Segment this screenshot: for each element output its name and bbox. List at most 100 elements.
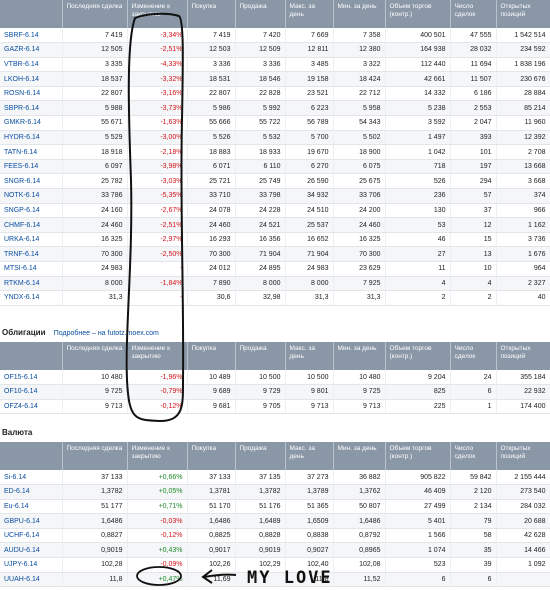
cell-volume: 27 499 [385,499,451,515]
cell-bid: 16 293 [187,232,236,248]
header-open-interest[interactable]: Открытых позиций [496,342,550,370]
cell-open-interest: 3 668 [496,173,550,190]
cell-day-high: 3 485 [285,57,334,73]
cell-open-interest: 964 [496,261,550,277]
cell-open-interest: 40 [496,290,550,306]
header-day-high[interactable]: Макс. за день [285,342,334,370]
cell-symbol[interactable]: TATN-6.14 [0,144,63,160]
cell-day-low: 9 725 [333,384,386,400]
cell-symbol[interactable]: SBPR-6.14 [0,100,63,117]
header-bid[interactable]: Покупка [187,0,236,28]
header-day-low[interactable]: Мин. за день [333,342,386,370]
header-ask[interactable]: Продажа [235,0,286,28]
cell-symbol[interactable]: UCHF-6.14 [0,528,63,544]
table-row: VTBR-6.14 3 335 -4,33% 3 336 3 336 3 485 3 322… [0,57,550,73]
header-last-trade[interactable]: Последняя сделка [62,0,128,28]
header-volume[interactable]: Объем торгов (контр.) [385,442,451,470]
cell-day-high: 19 670 [285,144,334,160]
cell-open-interest: 234 592 [496,42,550,58]
header-bid[interactable]: Покупка [187,342,236,370]
cell-symbol[interactable]: Eu-6.14 [0,499,63,515]
header-day-low[interactable]: Мин. за день [333,442,386,470]
cell-symbol[interactable]: URKA-6.14 [0,232,63,248]
cell-symbol[interactable]: YNDX-6.14 [0,290,63,306]
cell-symbol[interactable]: NOTK-6.14 [0,188,63,204]
cell-change: -0,12% [127,399,188,415]
cell-volume: 225 [385,399,451,415]
cell-change: -2,50% [127,246,188,262]
bonds-details-link[interactable]: Подробнее – на futotz.moex.com [54,330,159,337]
cell-symbol[interactable]: SBRF-6.14 [0,28,63,44]
header-last-trade[interactable]: Последняя сделка [62,342,128,370]
cell-symbol[interactable]: OF10-6.14 [0,384,63,400]
header-trades[interactable]: Число сделок [450,0,497,28]
cell-symbol[interactable]: ROSN-6.14 [0,86,63,102]
header-change[interactable]: Изменение к закрытию [127,442,188,470]
cell-symbol[interactable]: SNGR-6.14 [0,173,63,190]
cell-day-high: 26 590 [285,173,334,190]
cell-symbol[interactable]: VTBR-6.14 [0,57,63,73]
header-day-low[interactable]: Мин. за день [333,0,386,28]
cell-symbol[interactable]: RTKM-6.14 [0,276,63,292]
header-bid[interactable]: Покупка [187,442,236,470]
cell-symbol[interactable]: LKOH-6.14 [0,71,63,87]
currency-section-title: Валюта [2,428,32,437]
cell-ask: 37 135 [235,470,286,486]
header-trades[interactable]: Число сделок [450,442,497,470]
cell-symbol[interactable]: GMKR-6.14 [0,115,63,131]
header-symbol[interactable] [0,342,63,370]
header-ask[interactable]: Продажа [235,342,286,370]
header-symbol[interactable] [0,442,63,470]
cell-last-trade: 3 335 [62,57,128,73]
cell-bid: 24 078 [187,203,236,219]
cell-change: -3,16% [127,86,188,102]
cell-trades: 47 555 [450,28,497,44]
header-ask[interactable]: Продажа [235,442,286,470]
currency-title: Валюта [2,428,33,437]
header-volume[interactable]: Объем торгов (контр.) [385,342,451,370]
cell-symbol[interactable]: UUAH-6.14 [0,572,63,588]
table-row: Eu-6.14 51 177 +0,71% 51 170 51 176 51 365 50 … [0,499,550,515]
header-change[interactable]: Изменение к закрытию [127,342,188,370]
cell-symbol[interactable]: FEES-6.14 [0,159,63,175]
cell-symbol[interactable]: ED-6.14 [0,484,63,500]
cell-bid: 12 503 [187,42,236,58]
cell-symbol[interactable]: Si-6.14 [0,470,63,486]
header-change[interactable]: Изменение к закрытию [127,0,188,28]
header-day-high[interactable]: Макс. за день [285,0,334,28]
cell-symbol[interactable]: UJPY-6.14 [0,557,63,573]
cell-day-low: 50 807 [333,499,386,515]
header-open-interest[interactable]: Открытых позиций [496,0,550,28]
header-volume[interactable]: Объем торгов (контр.) [385,0,451,28]
cell-symbol[interactable]: HYDR-6.14 [0,130,63,146]
header-day-high[interactable]: Макс. за день [285,442,334,470]
cell-ask: 25 749 [235,173,286,190]
cell-day-low: 24 460 [333,217,386,233]
cell-bid: 0,8825 [187,528,236,544]
cell-symbol[interactable]: GBPU-6.14 [0,513,63,529]
cell-symbol[interactable]: CHMF-6.14 [0,217,63,233]
cell-volume: 3 592 [385,115,451,131]
table-row: SBPR-6.14 5 988 -3,73% 5 986 5 992 6 223 5 958… [0,100,550,117]
header-trades[interactable]: Число сделок [450,342,497,370]
header-open-interest[interactable]: Открытых позиций [496,442,550,470]
cell-symbol[interactable]: SNGP-6.14 [0,203,63,219]
cell-open-interest: 2 155 444 [496,470,550,486]
cell-symbol[interactable]: OF15-6.14 [0,370,63,386]
header-symbol[interactable] [0,0,63,28]
cell-symbol[interactable]: TRNF-6.14 [0,246,63,262]
cell-ask: 33 798 [235,188,286,204]
cell-symbol[interactable]: MTSI-6.14 [0,261,63,277]
header-last-trade[interactable]: Последняя сделка [62,442,128,470]
cell-change: -0,12% [127,528,188,544]
cell-day-high: 24 983 [285,261,334,277]
cell-volume: 718 [385,159,451,175]
cell-volume: 46 [385,232,451,248]
cell-day-high: 9 801 [285,384,334,400]
cell-volume: 523 [385,557,451,573]
cell-symbol[interactable]: AUDU-6.14 [0,542,63,559]
cell-last-trade: 16 325 [62,232,128,248]
cell-last-trade: 37 133 [62,470,128,486]
cell-symbol[interactable]: GAZR-6.14 [0,42,63,58]
cell-symbol[interactable]: OFZ4-6.14 [0,399,63,415]
